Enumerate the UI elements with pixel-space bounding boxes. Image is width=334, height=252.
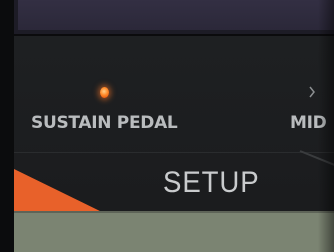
setup-button-strip[interactable]: [14, 211, 334, 252]
midi-led-icon: [309, 86, 315, 98]
instrument-panel: SUSTAIN PEDAL MID SETUP: [0, 0, 334, 252]
setup-accent-triangle: [14, 169, 104, 213]
lcd-display: [18, 0, 334, 30]
panel-right-shadow: [318, 0, 334, 252]
setup-label: SETUP: [163, 166, 260, 199]
section-divider: [14, 152, 334, 153]
sustain-pedal-led-icon: [100, 87, 109, 98]
panel-left-edge: [0, 0, 14, 252]
sustain-pedal-label: SUSTAIN PEDAL: [31, 113, 178, 133]
